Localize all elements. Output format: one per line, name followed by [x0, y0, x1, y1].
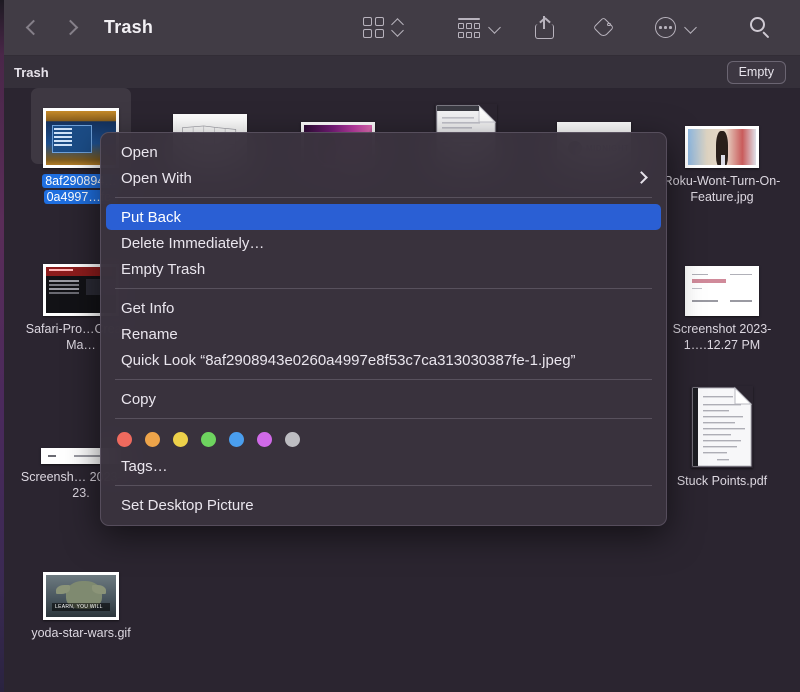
- group-list-icon: [458, 18, 480, 38]
- menu-item-set-desktop-picture[interactable]: Set Desktop Picture: [106, 492, 661, 518]
- chevron-down-icon: [684, 21, 697, 34]
- tag-icon: [594, 16, 617, 39]
- menu-separator: [115, 379, 652, 380]
- list-item[interactable]: Screenshot 2023-1….12.27 PM: [658, 242, 786, 353]
- menu-separator: [115, 485, 652, 486]
- menu-item-empty-trash[interactable]: Empty Trash: [106, 256, 661, 282]
- menu-item-copy[interactable]: Copy: [106, 386, 661, 412]
- file-thumbnail: [658, 378, 786, 468]
- menu-item-open-with[interactable]: Open With: [106, 165, 661, 191]
- search-icon: [749, 16, 772, 39]
- list-item-label: Stuck Points.pdf: [658, 474, 786, 490]
- group-by-button[interactable]: [458, 11, 480, 45]
- chevron-up-down-icon: [391, 17, 404, 39]
- icon-view-button[interactable]: [363, 11, 384, 45]
- menu-item-open[interactable]: Open: [106, 139, 661, 165]
- menu-item-label: Open With: [121, 170, 192, 187]
- tag-color-row: [101, 425, 666, 453]
- menu-separator: [115, 197, 652, 198]
- file-thumbnail: [658, 242, 786, 316]
- tag-color-gray[interactable]: [285, 432, 300, 447]
- chevron-down-icon: [488, 21, 501, 34]
- tag-color-orange[interactable]: [145, 432, 160, 447]
- list-item[interactable]: Roku-Wont-Turn-On-Feature.jpg: [658, 94, 786, 205]
- menu-item-get-info[interactable]: Get Info: [106, 295, 661, 321]
- toolbar-actions: [363, 11, 800, 45]
- list-item-label: Screenshot 2023-1….12.27 PM: [658, 322, 786, 353]
- menu-item-quick-look[interactable]: Quick Look “8af2908943e0260a4997e8f53c7c…: [106, 347, 661, 373]
- menu-item-rename[interactable]: Rename: [106, 321, 661, 347]
- tag-color-purple[interactable]: [257, 432, 272, 447]
- menu-separator: [115, 288, 652, 289]
- grid-view-icon: [363, 17, 384, 38]
- view-options-stepper[interactable]: [384, 11, 404, 45]
- tag-color-blue[interactable]: [229, 432, 244, 447]
- path-bar: Trash Empty: [0, 56, 800, 89]
- file-thumbnail: LEARN, YOU WILL: [17, 546, 145, 620]
- more-actions-button[interactable]: [655, 11, 676, 45]
- share-icon: [535, 16, 554, 39]
- finder-trash-window: Trash: [0, 0, 800, 692]
- list-item-label: Roku-Wont-Turn-On-Feature.jpg: [658, 174, 786, 205]
- path-bar-label: Trash: [14, 65, 49, 80]
- list-item[interactable]: LEARN, YOU WILL yoda-star-wars.gif: [17, 546, 145, 642]
- more-actions-chevron[interactable]: [676, 11, 697, 45]
- tag-color-green[interactable]: [201, 432, 216, 447]
- menu-item-tags[interactable]: Tags…: [106, 453, 661, 479]
- window-edge-accent: [0, 0, 4, 692]
- empty-trash-button[interactable]: Empty: [727, 61, 786, 84]
- context-menu: Open Open With Put Back Delete Immediate…: [100, 132, 667, 526]
- ellipsis-circle-icon: [655, 17, 676, 38]
- file-thumbnail: [658, 94, 786, 168]
- chevron-right-icon: [635, 171, 648, 184]
- menu-item-delete-immediately[interactable]: Delete Immediately…: [106, 230, 661, 256]
- page-title: Trash: [104, 17, 153, 38]
- tags-button[interactable]: [594, 11, 617, 45]
- menu-separator: [115, 418, 652, 419]
- finder-toolbar: Trash: [0, 0, 800, 56]
- navigation-arrows: [26, 17, 78, 39]
- share-button[interactable]: [535, 11, 554, 45]
- tag-color-yellow[interactable]: [173, 432, 188, 447]
- search-button[interactable]: [749, 11, 772, 45]
- list-item-label: yoda-star-wars.gif: [17, 626, 145, 642]
- group-by-chevron[interactable]: [480, 11, 501, 45]
- tag-color-red[interactable]: [117, 432, 132, 447]
- chevron-left-icon[interactable]: [26, 17, 39, 39]
- chevron-right-icon[interactable]: [65, 17, 78, 39]
- list-item[interactable]: Stuck Points.pdf: [658, 378, 786, 490]
- menu-item-put-back[interactable]: Put Back: [106, 204, 661, 230]
